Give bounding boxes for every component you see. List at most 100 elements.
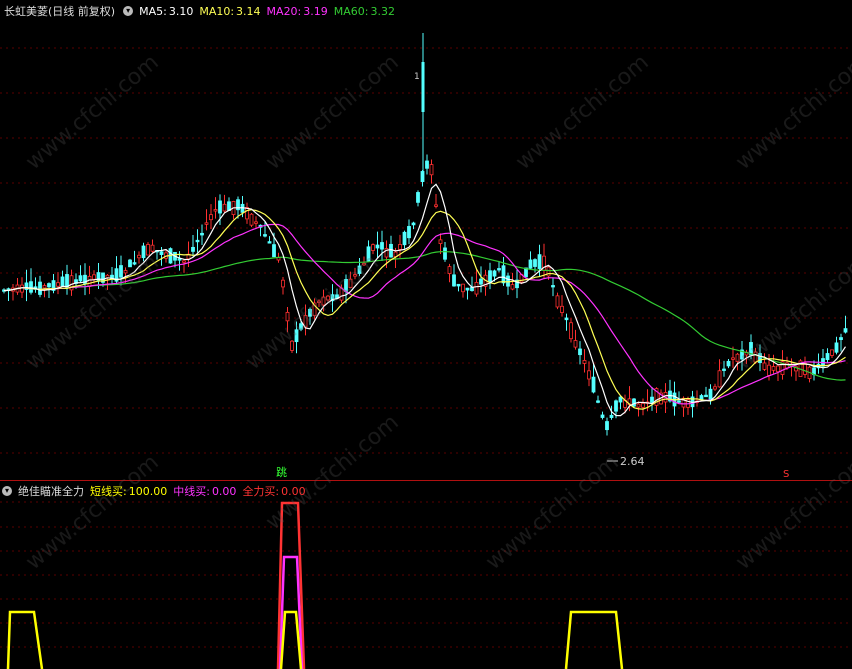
candle-body	[213, 209, 218, 212]
candle-body	[569, 322, 573, 340]
candle-body	[447, 266, 452, 274]
candle-body	[416, 192, 420, 203]
candle-body	[465, 287, 470, 291]
ma10-value: 3.14	[236, 4, 261, 18]
full-buy-label: 全力买:	[242, 485, 280, 498]
candle-body	[92, 274, 96, 280]
candle-body	[537, 254, 542, 269]
mid-buy-value: 0.00	[211, 484, 237, 498]
candle-body	[551, 285, 555, 288]
candle-body	[582, 360, 587, 364]
candle-body	[429, 164, 434, 176]
main-header: 长虹美菱 (日线 前复权) ▾ MA5: 3.10 MA10: 3.14 MA2…	[0, 2, 401, 20]
candle-body	[218, 200, 222, 214]
candle-body	[371, 244, 375, 251]
candle-body	[461, 283, 465, 293]
candle-body	[587, 370, 591, 380]
candle-body	[479, 278, 483, 285]
ma60-value: 3.32	[370, 4, 395, 18]
indicator-header: ▾ 绝佳瞄准全力 短线买: 100.00 中线买: 0.00 全力买: 0.00	[0, 482, 312, 500]
candle-body	[249, 213, 254, 226]
candle-body	[182, 260, 186, 263]
candle-body	[632, 398, 636, 407]
candle-body	[474, 282, 479, 295]
candle-body	[713, 386, 717, 390]
signal-jump-label: 跳	[276, 465, 287, 479]
candle-body	[767, 364, 771, 376]
candle-body	[29, 281, 33, 293]
short-buy-line	[279, 610, 303, 669]
candle-body	[533, 259, 537, 267]
candle-body	[717, 370, 722, 388]
candle-body	[564, 317, 569, 321]
candle-body	[254, 221, 258, 224]
candle-body	[42, 285, 47, 289]
candle-body	[263, 234, 267, 237]
indicator-panel[interactable]: ▾ 绝佳瞄准全力 短线买: 100.00 中线买: 0.00 全力买: 0.00	[0, 481, 852, 669]
chevron-down-icon[interactable]: ▾	[123, 6, 134, 16]
candle-body	[398, 244, 402, 250]
full-buy-value: 0.00	[281, 484, 306, 498]
candle-body	[375, 244, 380, 249]
candle-body	[65, 274, 69, 288]
candle-body	[222, 203, 227, 212]
candle-body	[497, 268, 501, 271]
stock-name: 长虹美菱	[4, 5, 48, 18]
candle-body	[452, 274, 456, 287]
candle-body	[708, 388, 713, 401]
candle-body	[78, 275, 83, 282]
candle-body	[434, 204, 438, 207]
candle-body	[492, 270, 497, 277]
candle-body	[402, 231, 407, 246]
candle-body	[411, 222, 416, 226]
ma5-value: 3.10	[168, 4, 194, 18]
candle-body	[456, 283, 461, 287]
candle-body	[209, 214, 213, 221]
candle-body	[839, 337, 843, 341]
candle-body	[830, 349, 834, 356]
candle-body	[726, 360, 731, 367]
candle-body	[605, 421, 609, 431]
candle-body	[528, 259, 533, 269]
candle-body	[699, 395, 704, 400]
candle-body	[60, 276, 65, 287]
high-marker: 1	[414, 72, 420, 82]
indicator-chart	[0, 501, 852, 669]
settings-circle-icon[interactable]: ▾	[2, 486, 12, 496]
candle-body	[596, 400, 600, 403]
candle-body	[267, 241, 272, 244]
candle-body	[776, 365, 780, 373]
candle-body	[38, 281, 42, 295]
candle-body	[506, 275, 510, 287]
candle-body	[245, 207, 249, 220]
candle-body	[200, 232, 204, 236]
candle-body	[159, 251, 164, 255]
candle-body	[609, 414, 614, 418]
short-buy-value: 100.00	[128, 484, 168, 498]
candle-body	[191, 246, 195, 252]
candle-body	[618, 396, 623, 403]
candle-body	[825, 353, 830, 360]
signal-s-label: S	[783, 469, 789, 480]
candle-body	[87, 275, 92, 287]
candle-body	[443, 247, 447, 260]
candle-body	[195, 239, 200, 243]
candle-body	[389, 243, 393, 258]
candle-body	[573, 340, 578, 348]
candle-body	[591, 376, 596, 393]
mid-buy-label: 中线买:	[173, 485, 210, 498]
candle-body	[771, 366, 776, 371]
candle-body	[272, 244, 276, 258]
candle-body	[20, 284, 24, 293]
low-price-label: 2.64	[620, 455, 645, 468]
candle-body	[704, 394, 708, 398]
candle-body	[488, 270, 492, 283]
short-buy-line	[564, 610, 624, 669]
ma20-label: MA20:	[266, 4, 302, 18]
candle-body	[47, 283, 51, 288]
candle-body	[425, 160, 429, 169]
candle-body	[560, 305, 564, 313]
candle-body	[722, 368, 726, 371]
ma60-label: MA60:	[333, 4, 369, 18]
candle-body	[834, 342, 839, 353]
